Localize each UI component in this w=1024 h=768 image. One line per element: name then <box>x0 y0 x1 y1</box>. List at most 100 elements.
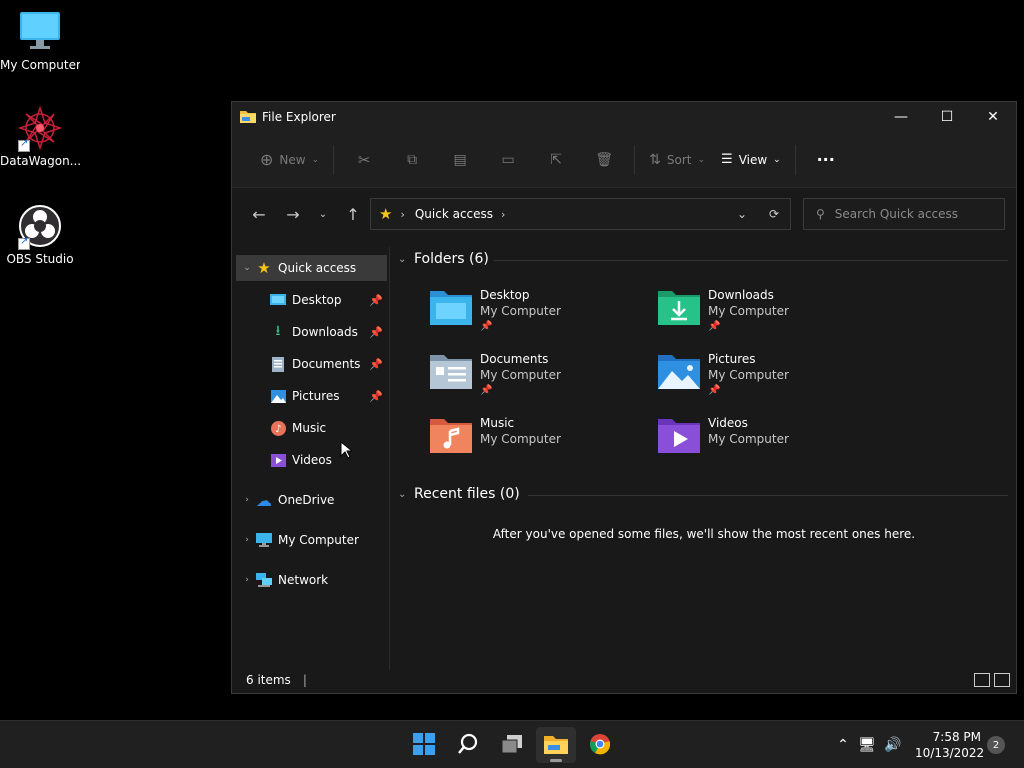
pin-icon: 📌 <box>708 385 721 396</box>
back-button[interactable]: ← <box>242 199 276 229</box>
volume-icon[interactable]: 🔊 <box>880 737 906 753</box>
window-title: File Explorer <box>262 110 336 124</box>
chevron-right-icon[interactable]: › <box>240 575 254 585</box>
obs-icon <box>18 204 62 250</box>
view-button[interactable]: ☰ View ⌄ <box>713 143 789 177</box>
forward-button[interactable]: → <box>276 199 310 229</box>
close-button[interactable]: ✕ <box>970 102 1016 132</box>
large-icons-view-button[interactable] <box>994 673 1010 687</box>
address-bar[interactable]: ★ › Quick access › ⌄ ⟳ <box>370 198 791 230</box>
breadcrumb-quick-access[interactable]: Quick access <box>415 207 493 221</box>
rename-button[interactable]: ▭ <box>484 143 532 177</box>
chevron-down-icon: ⌄ <box>697 154 706 165</box>
folder-tile-downloads[interactable]: Downloads My Computer 📌 <box>656 287 876 343</box>
sidebar-item-label: Desktop <box>292 293 342 307</box>
sidebar-item-my-computer[interactable]: › My Computer <box>240 527 387 553</box>
copy-button[interactable]: ⧉ <box>388 143 436 177</box>
chrome-taskbar-button[interactable] <box>580 727 620 763</box>
folder-tile-music[interactable]: Music My Computer <box>428 415 648 471</box>
details-view-button[interactable] <box>974 673 990 687</box>
sidebar-item-onedrive[interactable]: › ☁ OneDrive <box>240 487 387 513</box>
new-button[interactable]: ⊕ New ⌄ <box>252 143 327 177</box>
toolbar-divider <box>634 144 636 175</box>
folder-location: My Computer <box>708 432 789 446</box>
copy-icon: ⧉ <box>407 151 418 168</box>
star-icon: ★ <box>379 205 393 223</box>
desktop-folder-icon <box>428 287 474 327</box>
folder-location: My Computer <box>480 304 561 318</box>
desktop-icon-label: OBS Studio <box>6 252 74 266</box>
new-button-label: New <box>279 152 306 167</box>
minimize-button[interactable]: — <box>878 102 924 132</box>
sidebar-item-desktop[interactable]: Desktop 📌 <box>268 287 387 313</box>
recent-files-section-header[interactable]: ⌄ Recent files (0) <box>398 486 1008 502</box>
up-button[interactable]: ↑ <box>336 199 370 229</box>
share-button[interactable]: ⇱ <box>532 143 580 177</box>
content-pane: ⌄ Folders (6) Desktop My Computer 📌 Down… <box>392 247 1016 670</box>
desktop-icon-datawagon[interactable]: DataWagon... <box>0 105 80 168</box>
status-bar: 6 items | <box>232 667 1016 693</box>
sidebar-item-downloads[interactable]: ⭳ Downloads 📌 <box>268 319 387 345</box>
pin-icon: 📌 <box>480 321 493 332</box>
clipboard-icon: ▤ <box>453 151 467 168</box>
file-explorer-taskbar-button[interactable] <box>536 727 576 763</box>
folders-section-header[interactable]: ⌄ Folders (6) <box>398 251 1008 267</box>
title-bar[interactable]: File Explorer — ☐ ✕ <box>232 102 1016 132</box>
desktop-icon-obs-studio[interactable]: OBS Studio <box>0 204 80 266</box>
pictures-folder-icon <box>656 351 702 391</box>
system-clock[interactable]: 7:58 PM 10/13/2022 <box>915 729 984 761</box>
folder-name: Desktop <box>480 288 530 302</box>
paste-button[interactable]: ▤ <box>436 143 484 177</box>
sidebar-item-videos[interactable]: Videos <box>268 447 387 473</box>
refresh-button[interactable]: ⟳ <box>758 207 790 221</box>
task-view-button[interactable] <box>492 727 532 763</box>
cut-button[interactable]: ✂ <box>340 143 388 177</box>
chevron-right-icon[interactable]: › <box>240 535 254 545</box>
chrome-icon <box>589 733 611 758</box>
chevron-right-icon[interactable]: › <box>240 495 254 505</box>
svg-text:♪: ♪ <box>275 424 281 435</box>
search-input[interactable] <box>834 207 985 221</box>
start-button[interactable] <box>404 727 444 763</box>
taskbar: ⌃ 🖥 🔊 7:58 PM 10/13/2022 <box>0 720 1024 768</box>
shortcut-arrow-icon <box>18 236 30 250</box>
recent-files-section-title: Recent files (0) <box>414 486 520 502</box>
network-status-icon[interactable]: 🖥 <box>854 737 880 753</box>
search-box[interactable]: ⚲ <box>803 198 1005 230</box>
delete-button[interactable]: 🗑 <box>580 143 628 177</box>
folder-tile-desktop[interactable]: Desktop My Computer 📌 <box>428 287 648 343</box>
search-icon <box>457 733 479 758</box>
monitor-icon <box>18 10 62 54</box>
sidebar-item-music[interactable]: ♪ Music <box>268 415 387 441</box>
folder-tile-pictures[interactable]: Pictures My Computer 📌 <box>656 351 876 407</box>
address-history-button[interactable]: ⌄ <box>726 207 758 221</box>
sidebar-item-network[interactable]: › Network <box>240 567 387 593</box>
desktop-icon-my-computer[interactable]: My Computer <box>0 10 80 72</box>
sidebar-item-documents[interactable]: Documents 📌 <box>268 351 387 377</box>
view-button-label: View <box>738 152 768 167</box>
show-hidden-icons-button[interactable]: ⌃ <box>832 737 854 753</box>
sort-button[interactable]: ⇅ Sort ⌄ <box>641 143 713 177</box>
share-icon: ⇱ <box>550 151 562 168</box>
trash-icon: 🗑 <box>595 151 614 168</box>
sidebar-item-pictures[interactable]: Pictures 📌 <box>268 383 387 409</box>
downloads-folder-icon <box>656 287 702 327</box>
arrow-up-icon: ↑ <box>346 204 360 224</box>
chevron-down-icon[interactable]: ⌄ <box>240 263 254 273</box>
plus-circle-icon: ⊕ <box>260 150 274 169</box>
folder-tile-videos[interactable]: Videos My Computer <box>656 415 876 471</box>
notification-badge[interactable]: 2 <box>987 736 1005 754</box>
breadcrumb-separator-icon: › <box>501 207 506 221</box>
maximize-button[interactable]: ☐ <box>924 102 970 132</box>
chevron-down-icon: ⌄ <box>311 154 320 165</box>
search-taskbar-button[interactable] <box>448 727 488 763</box>
recent-locations-button[interactable]: ⌄ <box>310 199 336 229</box>
more-options-button[interactable]: ··· <box>802 143 850 177</box>
sidebar-item-label: My Computer <box>278 533 359 547</box>
folder-tile-documents[interactable]: Documents My Computer 📌 <box>428 351 648 407</box>
sidebar-item-quick-access[interactable]: ⌄ ★ Quick access <box>236 255 387 281</box>
sort-button-label: Sort <box>666 152 692 167</box>
status-divider: | <box>302 673 307 687</box>
monitor-icon <box>254 532 274 548</box>
pin-icon: 📌 <box>480 385 493 396</box>
